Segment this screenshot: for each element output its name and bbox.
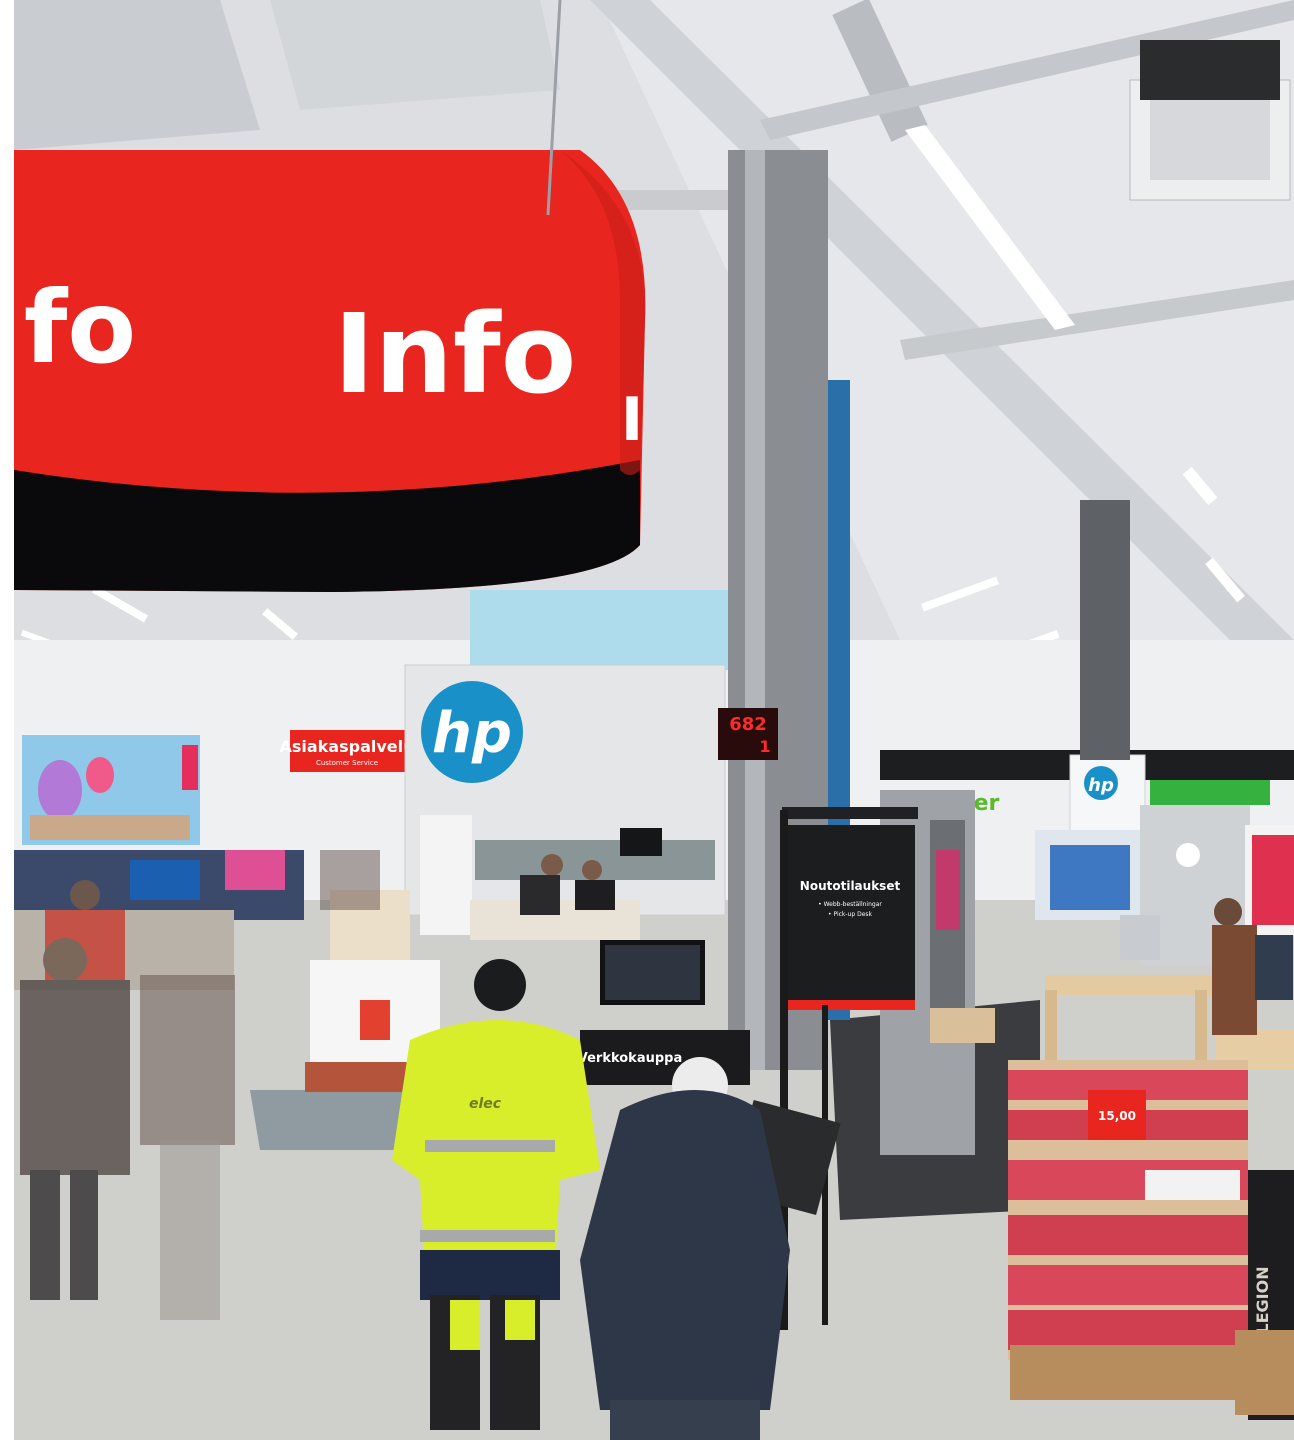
pickup-line-2: • Pick-up Desk [828, 911, 872, 918]
service-sign-subtext: Customer Service [316, 759, 378, 767]
hp-logo-text: hp [432, 701, 512, 766]
green-banner [1150, 780, 1270, 805]
hp-pillar-logo: hp [1088, 775, 1114, 796]
brand-box-text: LEGION [1253, 1266, 1272, 1333]
info-sign: fo Info I [14, 150, 646, 592]
service-sign-text: Asiakaspalvelu [279, 737, 414, 756]
wooden-pallet [1010, 1345, 1235, 1400]
pickup-line-1: • Webb-beställningar [818, 901, 882, 908]
wooden-bench [305, 1062, 410, 1092]
pickup-title: Noutotilaukset [800, 879, 901, 893]
jacket-logo: elec [469, 1096, 502, 1112]
queue-desk-number: 1 [759, 737, 770, 756]
customer [1212, 925, 1257, 1035]
info-sign-left-text: fo [24, 269, 136, 386]
price-value: 15,00 [1098, 1109, 1136, 1123]
air-duct [14, 0, 260, 150]
apple-logo-icon [1176, 843, 1200, 867]
info-sign-center-text: Info [334, 290, 577, 418]
store-photo: Asiakaspalvelu Customer Service hp hp ce… [0, 0, 1294, 1440]
store-scene: Asiakaspalvelu Customer Service hp hp ce… [0, 0, 1294, 1440]
monitor [620, 828, 662, 856]
verkkokauppa-text: Verkkokauppa [578, 1051, 683, 1066]
display-table [1045, 975, 1215, 995]
info-sign-right-text: I [621, 385, 643, 455]
queue-number: 682 [729, 714, 767, 735]
